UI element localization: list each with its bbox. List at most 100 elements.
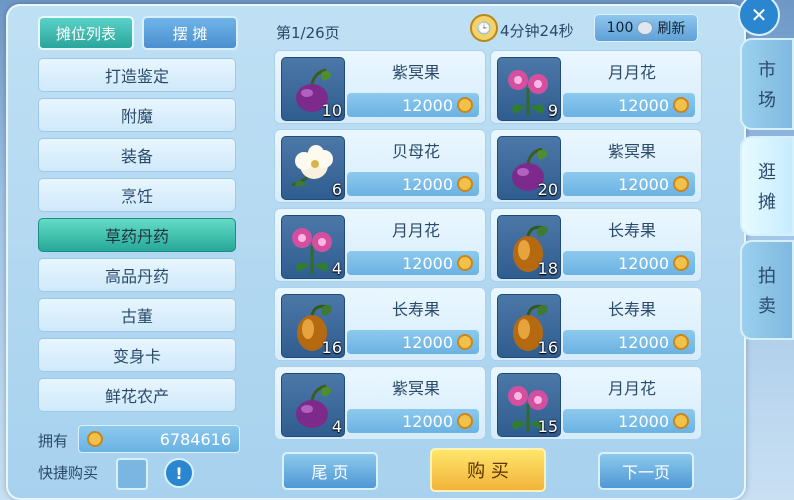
- item-quantity: 4: [331, 259, 342, 278]
- category-label: 变身卡: [112, 347, 161, 366]
- item-card[interactable]: 4 紫冥果 12000: [274, 366, 486, 440]
- category-label: 鲜花农产: [104, 387, 169, 406]
- item-quantity: 10: [321, 101, 342, 120]
- item-card[interactable]: 16 长寿果 12000: [274, 287, 486, 361]
- side-tab-market[interactable]: 市 场: [740, 38, 794, 130]
- coin-icon: [457, 334, 473, 350]
- close-icon[interactable]: ✕: [738, 0, 780, 36]
- tab-set-stall-label: 摆 摊: [172, 24, 208, 43]
- item-price-value: 12000: [618, 411, 669, 431]
- side-tab-market-char: 市: [758, 60, 776, 81]
- coin-icon: [457, 255, 473, 271]
- item-name: 长寿果: [391, 300, 440, 319]
- tab-stall-list[interactable]: 摊位列表: [38, 16, 134, 50]
- category-8[interactable]: 鲜花农产: [38, 378, 236, 412]
- item-price-value: 12000: [618, 95, 669, 115]
- item-card[interactable]: 6 贝母花 12000: [274, 129, 486, 203]
- item-quantity: 16: [537, 338, 558, 357]
- side-tab-browse-stalls[interactable]: 逛 摊: [740, 136, 794, 236]
- next-page-label: 下一页: [621, 463, 670, 482]
- category-6[interactable]: 古董: [38, 298, 236, 332]
- item-card[interactable]: 16 长寿果 12000: [490, 287, 702, 361]
- item-card[interactable]: 20 紫冥果 12000: [490, 129, 702, 203]
- last-page-button[interactable]: 尾 页: [282, 452, 378, 490]
- balance-label: 拥有: [38, 432, 69, 450]
- item-price: 12000: [563, 251, 695, 275]
- item-price: 12000: [347, 330, 479, 354]
- coin-icon: [457, 97, 473, 113]
- item-price-value: 12000: [402, 411, 453, 431]
- category-label: 草药丹药: [104, 227, 169, 246]
- item-quantity: 6: [331, 180, 342, 199]
- item-card[interactable]: 10 紫冥果 12000: [274, 50, 486, 124]
- item-name: 长寿果: [607, 300, 656, 319]
- side-tab-browse-char: 逛: [758, 162, 776, 183]
- category-label: 古董: [120, 307, 153, 326]
- coin-icon: [87, 431, 103, 447]
- item-name: 月月花: [391, 221, 440, 240]
- refresh-button[interactable]: 100 刷新: [594, 14, 698, 42]
- info-icon[interactable]: !: [164, 458, 194, 488]
- item-quantity: 9: [547, 101, 558, 120]
- coin-icon: [673, 255, 689, 271]
- item-name: 长寿果: [607, 221, 656, 240]
- coin-icon: [457, 176, 473, 192]
- category-label: 附魔: [120, 107, 153, 126]
- coin-icon: [673, 176, 689, 192]
- purple-plum-icon: 4: [281, 373, 345, 437]
- item-name: 紫冥果: [607, 142, 656, 161]
- side-tab-auction[interactable]: 拍 卖: [740, 240, 794, 340]
- item-price-value: 12000: [618, 174, 669, 194]
- pink-flower-icon: 15: [497, 373, 561, 437]
- item-quantity: 4: [331, 417, 342, 436]
- next-page-button[interactable]: 下一页: [598, 452, 694, 490]
- category-7[interactable]: 变身卡: [38, 338, 236, 372]
- page-indicator: 第1/26页: [276, 24, 340, 42]
- side-tab-auction-char: 拍: [758, 266, 776, 287]
- item-quantity: 20: [537, 180, 558, 199]
- quick-buy-label: 快捷购买: [38, 464, 99, 482]
- buy-label: 购 买: [467, 461, 509, 482]
- category-1[interactable]: 附魔: [38, 98, 236, 132]
- silver-coin-icon: [637, 21, 654, 35]
- item-name: 贝母花: [391, 142, 440, 161]
- category-5[interactable]: 高品丹药: [38, 258, 236, 292]
- item-price: 12000: [563, 93, 695, 117]
- white-flower-icon: 6: [281, 136, 345, 200]
- item-card[interactable]: 9 月月花 12000: [490, 50, 702, 124]
- item-price-value: 12000: [618, 332, 669, 352]
- coin-icon: [457, 413, 473, 429]
- item-card[interactable]: 15 月月花 12000: [490, 366, 702, 440]
- side-tab-auction-char: 卖: [758, 296, 776, 317]
- item-price-value: 12000: [402, 253, 453, 273]
- category-label: 装备: [120, 147, 153, 166]
- item-price: 12000: [563, 330, 695, 354]
- item-card[interactable]: 4 月月花 12000: [274, 208, 486, 282]
- coin-icon: [673, 413, 689, 429]
- tab-set-stall[interactable]: 摆 摊: [142, 16, 238, 50]
- item-price-value: 12000: [402, 174, 453, 194]
- refresh-timer: 4分钟24秒: [500, 22, 574, 40]
- golden-fruit-icon: 16: [281, 294, 345, 358]
- category-label: 打造鉴定: [104, 67, 169, 86]
- category-3[interactable]: 烹饪: [38, 178, 236, 212]
- purple-plum-icon: 10: [281, 57, 345, 121]
- item-quantity: 15: [537, 417, 558, 436]
- buy-button[interactable]: 购 买: [430, 448, 546, 492]
- balance-value: 6784616: [159, 429, 231, 449]
- pink-flower-icon: 9: [497, 57, 561, 121]
- pink-flower-icon: 4: [281, 215, 345, 279]
- item-price: 12000: [563, 172, 695, 196]
- quick-buy-checkbox[interactable]: [116, 458, 148, 490]
- category-0[interactable]: 打造鉴定: [38, 58, 236, 92]
- category-2[interactable]: 装备: [38, 138, 236, 172]
- item-card[interactable]: 18 长寿果 12000: [490, 208, 702, 282]
- item-price-value: 12000: [618, 253, 669, 273]
- category-4[interactable]: 草药丹药: [38, 218, 236, 252]
- coin-icon: [673, 97, 689, 113]
- tab-stall-list-label: 摊位列表: [55, 24, 116, 43]
- item-price: 12000: [347, 409, 479, 433]
- category-label: 高品丹药: [104, 267, 169, 286]
- purple-plum-icon: 20: [497, 136, 561, 200]
- item-quantity: 16: [321, 338, 342, 357]
